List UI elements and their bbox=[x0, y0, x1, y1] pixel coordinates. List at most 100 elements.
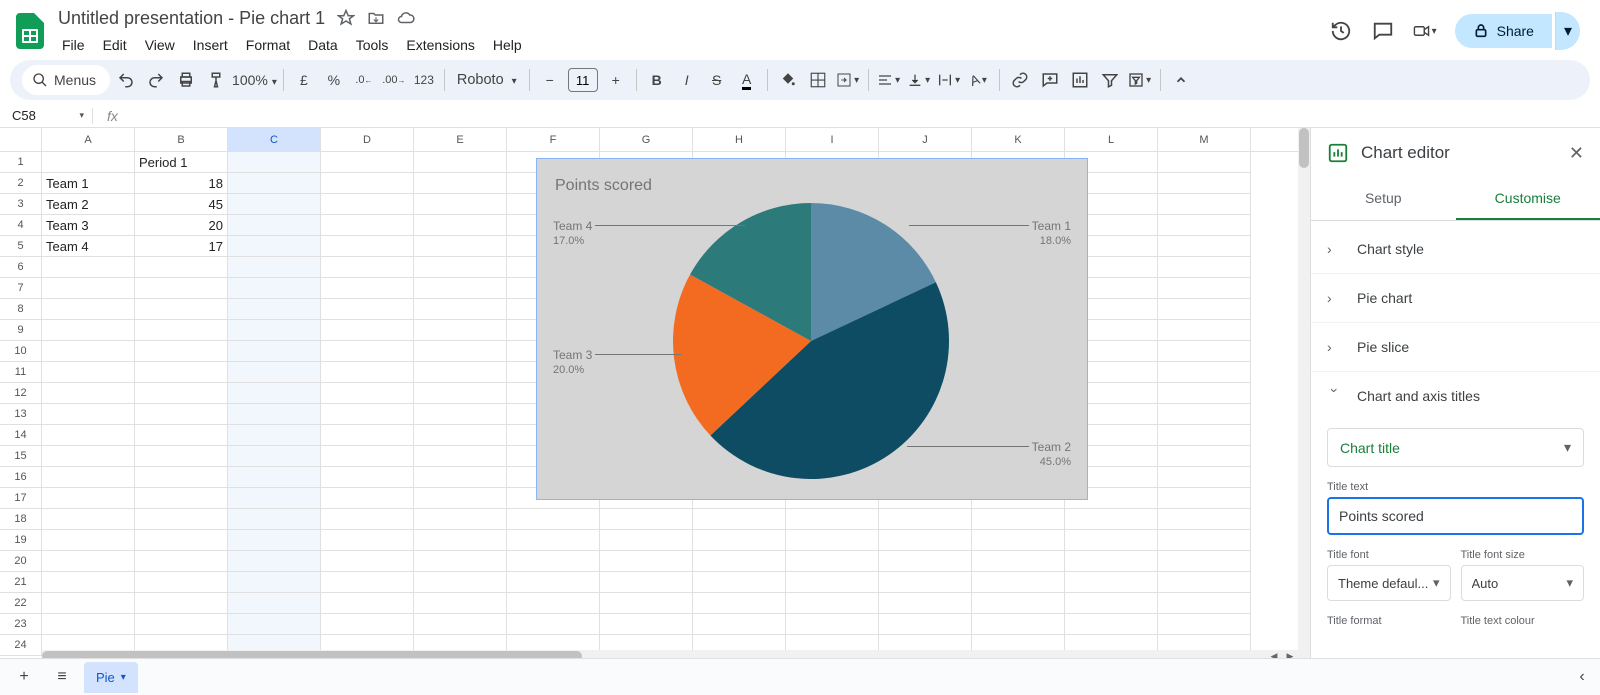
cell[interactable] bbox=[414, 530, 507, 551]
cell[interactable] bbox=[42, 362, 135, 383]
cell[interactable] bbox=[972, 614, 1065, 635]
cell[interactable] bbox=[228, 467, 321, 488]
cell[interactable] bbox=[972, 551, 1065, 572]
cell[interactable] bbox=[228, 362, 321, 383]
cell[interactable] bbox=[600, 509, 693, 530]
cell[interactable] bbox=[228, 341, 321, 362]
title-fontsize-select[interactable]: Auto▾ bbox=[1461, 565, 1585, 601]
cell[interactable] bbox=[135, 551, 228, 572]
cell[interactable] bbox=[1065, 614, 1158, 635]
cell[interactable] bbox=[1158, 173, 1251, 194]
sheets-logo[interactable] bbox=[12, 13, 48, 49]
cell[interactable] bbox=[507, 614, 600, 635]
cell[interactable] bbox=[1158, 152, 1251, 173]
cell[interactable] bbox=[321, 467, 414, 488]
cell[interactable] bbox=[414, 488, 507, 509]
cell[interactable] bbox=[135, 362, 228, 383]
cell[interactable] bbox=[228, 488, 321, 509]
cell[interactable] bbox=[414, 173, 507, 194]
row-header[interactable]: 8 bbox=[0, 299, 42, 320]
cell[interactable] bbox=[1158, 362, 1251, 383]
cell[interactable] bbox=[1158, 236, 1251, 257]
cell[interactable] bbox=[786, 593, 879, 614]
menu-help[interactable]: Help bbox=[485, 33, 530, 57]
cell[interactable] bbox=[693, 572, 786, 593]
cell[interactable] bbox=[414, 593, 507, 614]
cell[interactable] bbox=[1158, 194, 1251, 215]
cell[interactable] bbox=[414, 278, 507, 299]
cell[interactable] bbox=[321, 551, 414, 572]
row-header[interactable]: 15 bbox=[0, 446, 42, 467]
cell[interactable] bbox=[1158, 593, 1251, 614]
cell[interactable] bbox=[414, 425, 507, 446]
row-header[interactable]: 17 bbox=[0, 488, 42, 509]
undo-icon[interactable] bbox=[112, 66, 140, 94]
filter-icon[interactable] bbox=[1096, 66, 1124, 94]
zoom-select[interactable]: 100% bbox=[232, 72, 277, 88]
borders-icon[interactable] bbox=[804, 66, 832, 94]
cell[interactable] bbox=[321, 446, 414, 467]
cell[interactable] bbox=[42, 614, 135, 635]
cell[interactable] bbox=[1158, 530, 1251, 551]
cell[interactable] bbox=[228, 404, 321, 425]
cell[interactable] bbox=[786, 614, 879, 635]
col-header[interactable]: G bbox=[600, 128, 693, 151]
cell[interactable] bbox=[135, 488, 228, 509]
cell[interactable] bbox=[414, 467, 507, 488]
row-header[interactable]: 23 bbox=[0, 614, 42, 635]
cell[interactable] bbox=[507, 551, 600, 572]
row-header[interactable]: 2 bbox=[0, 173, 42, 194]
close-icon[interactable]: ✕ bbox=[1569, 143, 1584, 164]
cell[interactable] bbox=[42, 593, 135, 614]
cell[interactable] bbox=[42, 488, 135, 509]
italic-icon[interactable]: I bbox=[673, 66, 701, 94]
cell[interactable] bbox=[321, 215, 414, 236]
cell[interactable] bbox=[228, 425, 321, 446]
cell[interactable] bbox=[321, 152, 414, 173]
menu-format[interactable]: Format bbox=[238, 33, 298, 57]
cell[interactable] bbox=[42, 152, 135, 173]
cell[interactable] bbox=[135, 509, 228, 530]
cell[interactable] bbox=[321, 509, 414, 530]
history-icon[interactable] bbox=[1329, 19, 1353, 43]
wrap-icon[interactable] bbox=[935, 66, 963, 94]
cell[interactable] bbox=[1158, 257, 1251, 278]
cell[interactable] bbox=[42, 551, 135, 572]
cell[interactable] bbox=[228, 383, 321, 404]
cell[interactable] bbox=[321, 278, 414, 299]
cell[interactable]: 45 bbox=[135, 194, 228, 215]
cell[interactable] bbox=[414, 572, 507, 593]
cell[interactable] bbox=[414, 257, 507, 278]
cell[interactable] bbox=[693, 509, 786, 530]
section-chart-style[interactable]: › Chart style bbox=[1311, 225, 1600, 274]
title-text-input[interactable] bbox=[1327, 497, 1584, 535]
cell[interactable] bbox=[1158, 383, 1251, 404]
cell[interactable] bbox=[42, 341, 135, 362]
row-header[interactable]: 7 bbox=[0, 278, 42, 299]
cell[interactable] bbox=[321, 614, 414, 635]
cell[interactable] bbox=[228, 593, 321, 614]
cell[interactable] bbox=[321, 530, 414, 551]
vertical-scrollbar[interactable] bbox=[1298, 128, 1310, 662]
embedded-chart[interactable]: Points scored Team 118.0% Team 245.0% Te… bbox=[536, 158, 1088, 500]
meet-icon[interactable]: ▾ bbox=[1413, 19, 1437, 43]
row-header[interactable]: 4 bbox=[0, 215, 42, 236]
cell[interactable] bbox=[42, 383, 135, 404]
cell[interactable] bbox=[414, 551, 507, 572]
cell[interactable] bbox=[1065, 551, 1158, 572]
add-sheet-icon[interactable]: + bbox=[8, 661, 40, 693]
cell[interactable] bbox=[879, 593, 972, 614]
tab-customise[interactable]: Customise bbox=[1456, 178, 1600, 220]
cell[interactable]: Team 1 bbox=[42, 173, 135, 194]
insert-comment-icon[interactable] bbox=[1036, 66, 1064, 94]
cell[interactable] bbox=[693, 551, 786, 572]
cell[interactable] bbox=[135, 530, 228, 551]
menu-edit[interactable]: Edit bbox=[95, 33, 135, 57]
link-icon[interactable] bbox=[1006, 66, 1034, 94]
cell[interactable] bbox=[1158, 467, 1251, 488]
cell[interactable] bbox=[414, 614, 507, 635]
cell[interactable] bbox=[135, 614, 228, 635]
cell[interactable] bbox=[507, 572, 600, 593]
cell[interactable] bbox=[879, 614, 972, 635]
row-header[interactable]: 16 bbox=[0, 467, 42, 488]
